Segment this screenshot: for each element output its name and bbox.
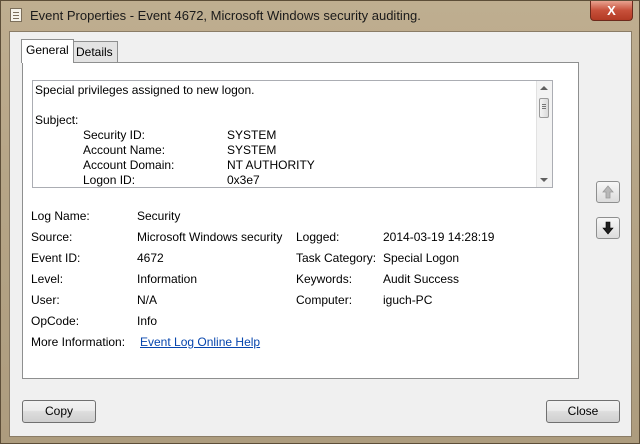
task-category-label: Task Category: [296,251,377,265]
scrollbar-thumb[interactable] [539,98,549,118]
field-label: Security ID: [83,128,146,142]
user-label: User: [31,293,60,307]
description-headline: Special privileges assigned to new logon… [35,83,255,97]
scroll-down-icon[interactable] [540,178,548,182]
close-window-button[interactable]: X [590,1,633,21]
field-label: Account Name: [83,143,166,157]
opcode-label: OpCode: [31,314,80,328]
description-scrollbar[interactable] [536,81,552,187]
description-section: Subject: [35,113,79,127]
field-label: Logon ID: [83,173,136,187]
computer-label: Computer: [296,293,353,307]
field-label: Account Domain: [83,158,175,172]
copy-button[interactable]: Copy [22,400,96,423]
field-value: SYSTEM [227,128,277,142]
dialog-client: General Details Special privileges assig… [9,31,632,437]
previous-event-button[interactable] [596,181,620,203]
event-properties-icon [10,8,22,22]
event-id-label: Event ID: [31,251,81,265]
arrow-up-icon [602,185,614,199]
opcode-value: Info [137,314,158,328]
arrow-down-icon [602,221,614,235]
computer-value: iguch-PC [383,293,433,307]
next-event-button[interactable] [596,217,620,239]
keywords-value: Audit Success [383,272,460,286]
keywords-label: Keywords: [296,272,353,286]
close-button[interactable]: Close [546,400,620,423]
event-properties-window: Event Properties - Event 4672, Microsoft… [0,0,640,444]
source-label: Source: [31,230,73,244]
field-value: SYSTEM [227,143,277,157]
log-name-label: Log Name: [31,209,90,223]
source-value: Microsoft Windows security [137,230,283,244]
more-information-label: More Information: [31,335,126,349]
scroll-up-icon[interactable] [540,86,548,90]
logged-label: Logged: [296,230,340,244]
event-log-online-help-link[interactable]: Event Log Online Help [140,335,260,349]
event-description-text: Special privileges assigned to new logon… [35,83,315,187]
level-value: Information [137,272,198,286]
level-label: Level: [31,272,64,286]
task-category-value: Special Logon [383,251,460,265]
tab-general[interactable]: General [21,39,74,63]
tab-details[interactable]: Details [71,41,118,63]
title-bar[interactable]: Event Properties - Event 4672, Microsoft… [1,1,639,31]
event-id-value: 4672 [137,251,164,265]
event-description-box[interactable]: Special privileges assigned to new logon… [32,80,553,188]
logged-value: 2014-03-19 14:28:19 [383,230,495,244]
user-value: N/A [137,293,158,307]
field-value: 0x3e7 [227,173,260,187]
log-name-value: Security [137,209,181,223]
field-value: NT AUTHORITY [227,158,315,172]
window-title: Event Properties - Event 4672, Microsoft… [30,8,421,23]
